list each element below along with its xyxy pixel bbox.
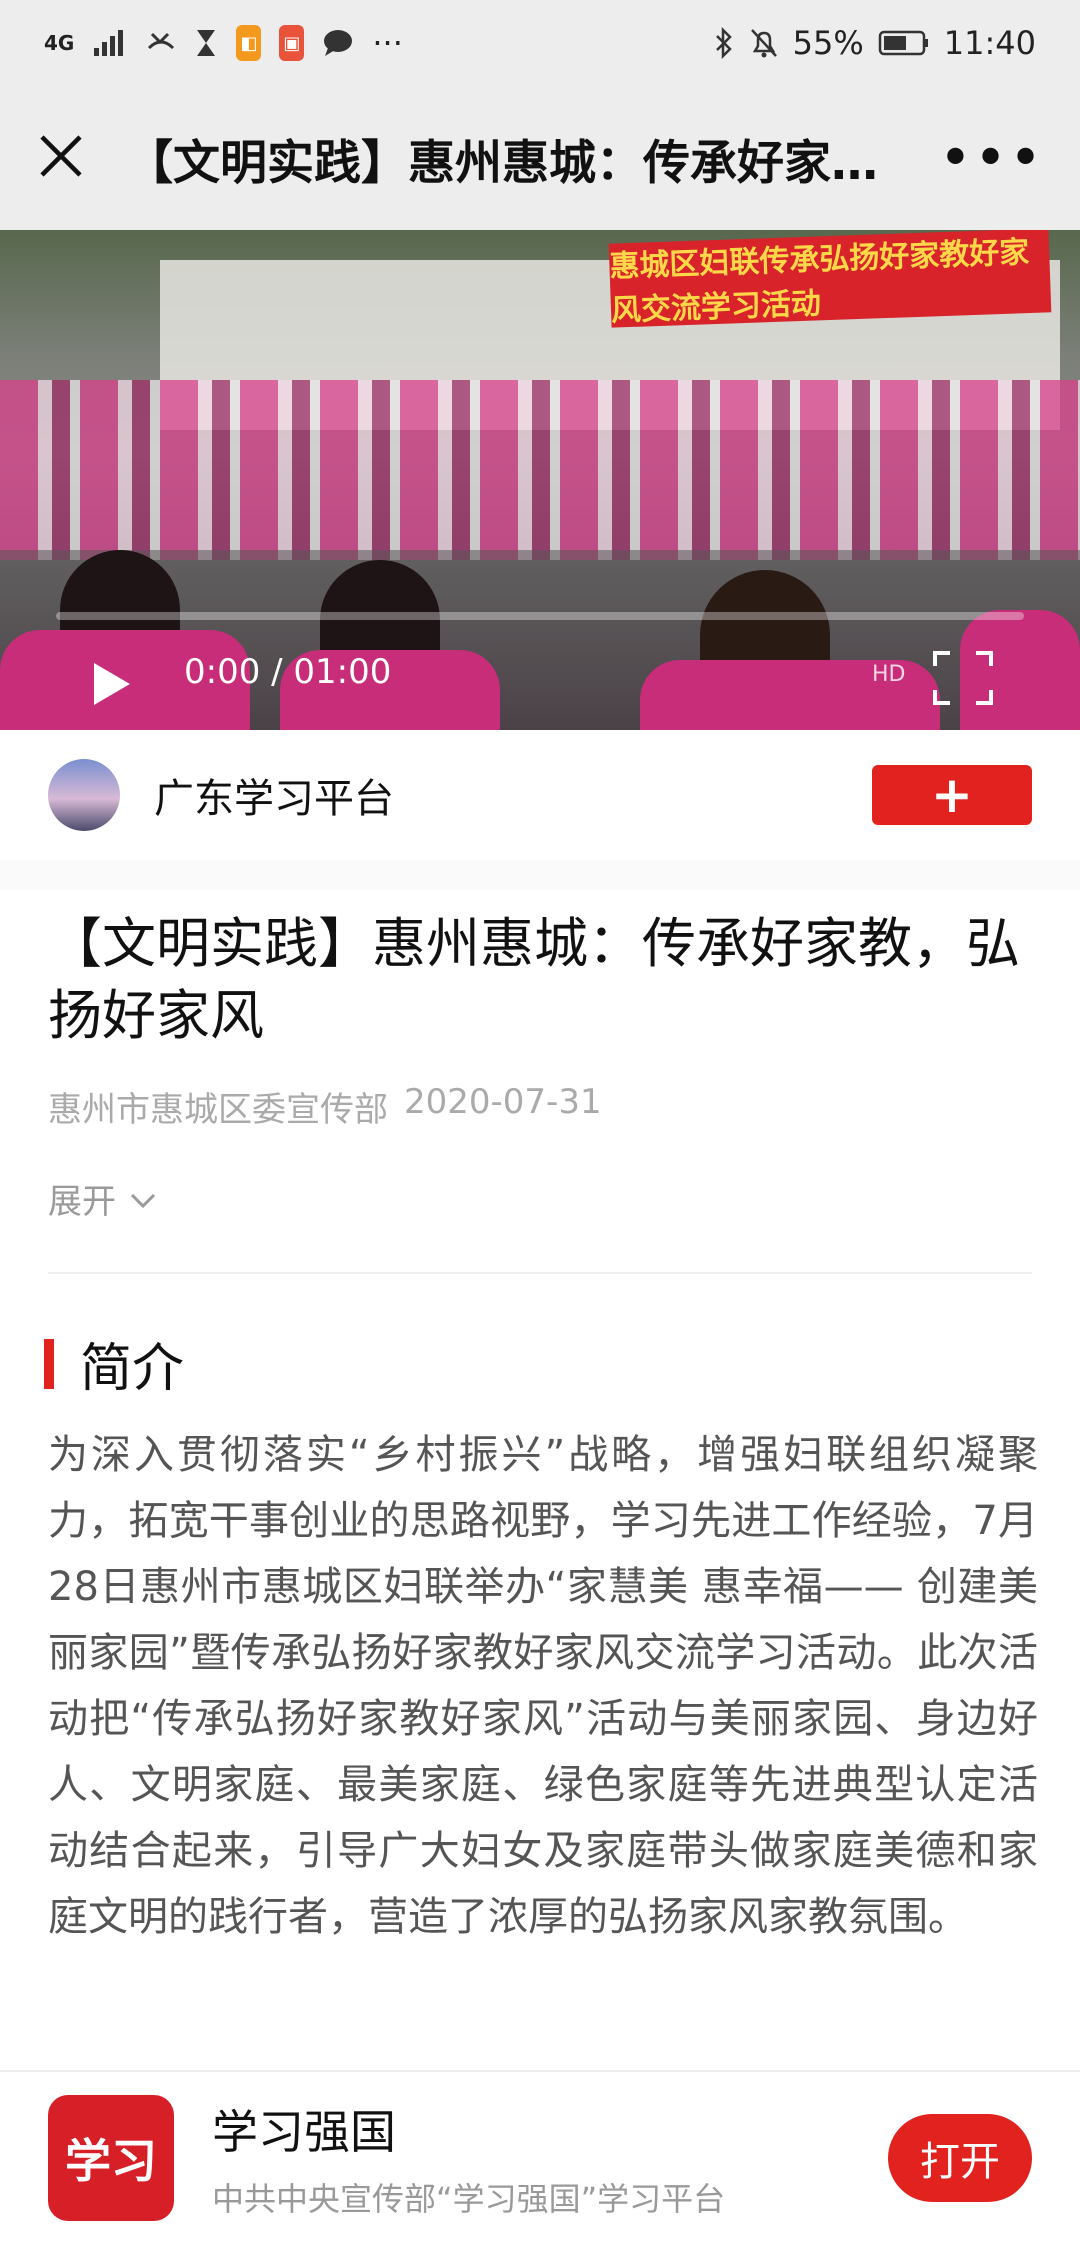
article-body: 为深入贯彻落实“乡村振兴”战略，增强妇联组织凝聚力，拓宽干事创业的思路视野，学习… xyxy=(48,1432,1038,1940)
video-time: 0:00 / 01:00 xyxy=(184,652,392,692)
battery-percent: 55% xyxy=(792,24,864,62)
video-progress-bar[interactable] xyxy=(56,612,1024,620)
app-notification-icon: ◧ xyxy=(236,25,262,61)
video-crowd xyxy=(0,380,1080,560)
channel-avatar[interactable] xyxy=(48,759,120,831)
status-right: 55% 11:40 xyxy=(713,24,1036,62)
expand-label: 展开 xyxy=(48,1182,116,1222)
mute-icon xyxy=(749,25,779,61)
app-logo[interactable]: 学习 xyxy=(48,2095,174,2221)
section-title: 简介 xyxy=(80,1339,185,1399)
chevron-down-icon xyxy=(130,1179,156,1219)
more-notifications-icon: ··· xyxy=(372,24,403,62)
bluetooth-icon xyxy=(713,25,735,61)
video-banner: 惠城区妇联传承弘扬好家教好家风交流学习活动 xyxy=(608,230,1052,329)
channel-name[interactable]: 广东学习平台 xyxy=(154,766,394,824)
article-meta: 惠州市惠城区委宣传部 2020-07-31 xyxy=(48,1082,602,1131)
signal-icon xyxy=(92,25,128,61)
section-accent-bar xyxy=(44,1338,54,1389)
channel-bar: 广东学习平台 + xyxy=(0,730,1080,860)
clock: 11:40 xyxy=(943,24,1036,62)
channel-shadow-band xyxy=(0,860,1080,890)
video-player[interactable]: 惠城区妇联传承弘扬好家教好家风交流学习活动 0:00 / 01:00 HD xyxy=(0,230,1080,730)
page-title: 【文明实践】惠州惠城：传承好家… xyxy=(126,135,878,191)
status-bar: 4G ◧ ▣ ··· 55% 11:40 xyxy=(0,0,1080,86)
battery-icon xyxy=(878,25,930,61)
network-icon: 4G xyxy=(44,31,75,55)
divider xyxy=(48,1272,1032,1274)
open-app-button[interactable]: 打开 xyxy=(888,2114,1032,2202)
hd-icon[interactable]: HD xyxy=(872,662,905,687)
title-bar: 【文明实践】惠州惠城：传承好家… ••• xyxy=(0,86,1080,230)
article-source: 惠州市惠城区委宣传部 xyxy=(48,1090,388,1130)
missed-call-icon xyxy=(146,25,176,61)
more-menu-button[interactable]: ••• xyxy=(939,126,1044,191)
fullscreen-icon[interactable] xyxy=(932,650,994,706)
close-icon[interactable] xyxy=(36,131,86,185)
article-date: 2020-07-31 xyxy=(404,1082,602,1122)
status-left: 4G ◧ ▣ ··· xyxy=(44,24,403,62)
follow-button[interactable]: + xyxy=(872,765,1032,825)
message-icon xyxy=(322,25,354,61)
app-info: 学习强国 中共中央宣传部“学习强国”学习平台 xyxy=(212,2096,725,2220)
article-title: 【文明实践】惠州惠城：传承好家教，弘扬好家风 xyxy=(48,912,1020,1047)
app-name: 学习强国 xyxy=(212,2105,396,2159)
app-badge-icon: ▣ xyxy=(279,25,305,61)
section-header: 简介 xyxy=(44,1326,184,1401)
hourglass-icon xyxy=(194,25,218,61)
expand-button[interactable]: 展开 xyxy=(48,1174,156,1223)
app-subtitle: 中共中央宣传部“学习强国”学习平台 xyxy=(212,2180,726,2218)
play-icon[interactable] xyxy=(90,660,134,708)
app-promo-bar: 学习 学习强国 中共中央宣传部“学习强国”学习平台 打开 xyxy=(0,2072,1080,2244)
